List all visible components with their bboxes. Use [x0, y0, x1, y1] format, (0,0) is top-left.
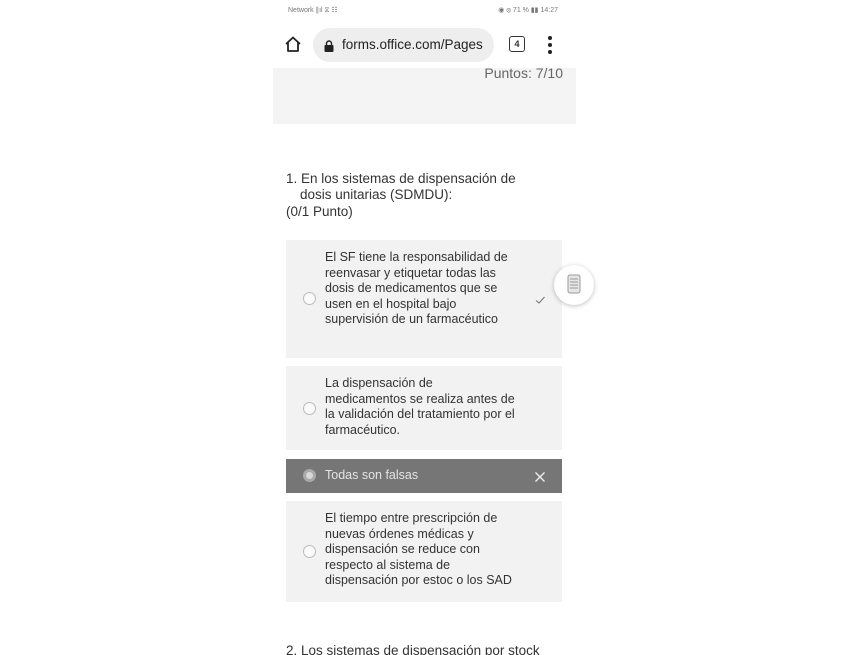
- address-bar[interactable]: forms.office.com/Pages: [313, 28, 494, 62]
- radio-button-selected[interactable]: [303, 469, 316, 482]
- status-bar: Network ∥ıl ⧖ ☷ ◉ ⦻ 71 % ▮▮ 14:27: [273, 0, 576, 22]
- lock-icon: [324, 39, 334, 52]
- phone-screen: Network ∥ıl ⧖ ☷ ◉ ⦻ 71 % ▮▮ 14:27 forms.…: [273, 0, 576, 655]
- question-1-points: (0/1 Punto): [286, 204, 353, 219]
- answer-option-1[interactable]: El SF tiene la responsabilidad de reenva…: [286, 240, 562, 358]
- url-text: forms.office.com/Pages: [342, 37, 483, 52]
- radio-button[interactable]: [303, 545, 316, 558]
- reader-icon: [567, 274, 581, 294]
- score-banner: Puntos: 7/10: [273, 65, 576, 124]
- question-1-title: 1. En los sistemas de dispensación de do…: [286, 171, 546, 220]
- answer-option-label: Todas son falsas: [325, 468, 419, 482]
- home-icon[interactable]: [284, 35, 302, 53]
- radio-button[interactable]: [303, 402, 316, 415]
- radio-button[interactable]: [303, 292, 316, 305]
- status-right: ◉ ⦻ 71 % ▮▮ 14:27: [498, 7, 558, 14]
- overflow-menu-icon[interactable]: [545, 34, 555, 56]
- close-icon: [534, 470, 546, 482]
- browser-toolbar: forms.office.com/Pages 4: [273, 22, 576, 68]
- status-left: Network ∥ıl ⧖ ☷: [288, 7, 338, 14]
- answer-option-4[interactable]: El tiempo entre prescripción de nuevas ó…: [286, 501, 562, 602]
- answer-option-2[interactable]: La dispensación de medicamentos se reali…: [286, 366, 562, 450]
- answer-option-label: El SF tiene la responsabilidad de reenva…: [325, 250, 508, 326]
- score-text: Puntos: 7/10: [484, 65, 563, 81]
- question-1-line1: 1. En los sistemas de dispensación de: [286, 171, 516, 186]
- immersive-reader-button[interactable]: [554, 265, 594, 305]
- answer-option-3-selected[interactable]: Todas son falsas: [286, 459, 562, 493]
- check-icon: [534, 293, 546, 305]
- answer-option-label: El tiempo entre prescripción de nuevas ó…: [325, 511, 512, 587]
- question-1-line2: dosis unitarias (SDMDU):: [300, 187, 453, 202]
- tab-switcher-button[interactable]: 4: [509, 36, 525, 52]
- question-2-title: 2. Los sistemas de dispensación por stoc…: [286, 643, 540, 655]
- answer-option-label: La dispensación de medicamentos se reali…: [325, 376, 515, 437]
